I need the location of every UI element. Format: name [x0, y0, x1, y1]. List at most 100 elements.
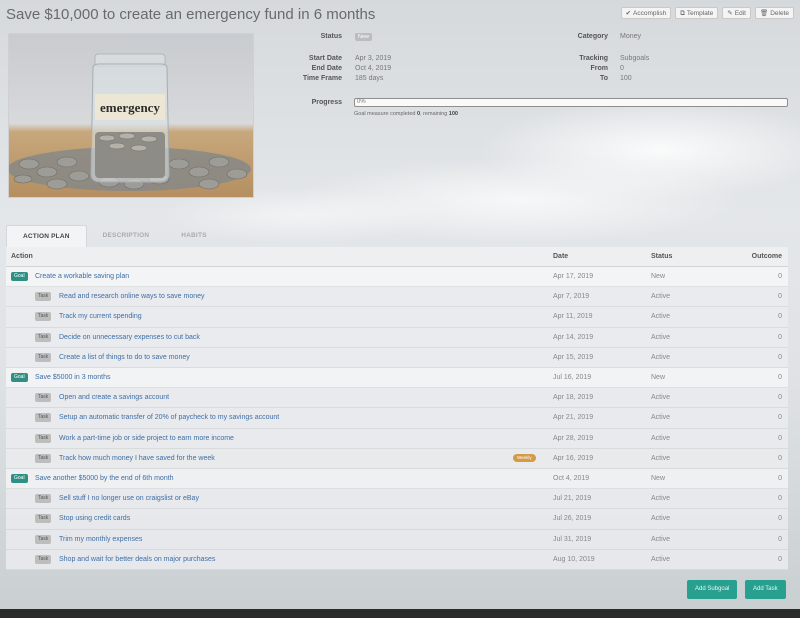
task-row: Task Track how much money I have saved fo…	[6, 448, 788, 469]
row-outcome: 0	[778, 374, 782, 381]
goal-tag: Goal	[11, 272, 28, 281]
row-outcome: 0	[778, 515, 782, 523]
tracking-label: Tracking	[579, 55, 608, 62]
category-label: Category	[577, 33, 608, 40]
row-outcome: 0	[778, 273, 782, 280]
row-status: Active	[651, 333, 671, 341]
task-tag: Task	[35, 413, 52, 423]
progress-bar: 0%	[354, 98, 788, 107]
goal-row: Goal Save another $5000 by the end of 6th…	[6, 469, 788, 490]
status-label: Status	[320, 33, 342, 40]
row-date: Jul 16, 2019	[553, 374, 592, 381]
task-row: Task Setup an automatic transfer of 20% o…	[6, 408, 788, 429]
row-status: Active	[651, 394, 671, 402]
tab-bar: ACTION PLAN DESCRIPTION HABITS	[6, 225, 223, 247]
start-date-label: Start Date	[308, 55, 342, 62]
action-link[interactable]: Shop and wait for better deals on major …	[59, 556, 215, 563]
status-badge: New	[355, 33, 373, 41]
row-status: Active	[651, 434, 671, 442]
row-outcome: 0	[778, 555, 782, 563]
task-tag: Task	[35, 534, 52, 544]
tab-action-plan[interactable]: ACTION PLAN	[6, 225, 87, 247]
action-link[interactable]: Save another $5000 by the end of 6th mon…	[35, 475, 174, 482]
action-link[interactable]: Stop using credit cards	[59, 515, 130, 522]
to-label: To	[599, 75, 608, 82]
task-row: Task Work a part-time job or side project…	[6, 428, 788, 449]
row-status: New	[651, 273, 666, 280]
tracking-value: Subgoals	[620, 55, 650, 62]
row-status: Active	[651, 313, 671, 321]
action-link[interactable]: Setup an automatic transfer of 20% of pa…	[59, 414, 279, 421]
template-button[interactable]: ⧉ Template	[675, 7, 719, 19]
col-date: Date	[553, 253, 569, 260]
row-outcome: 0	[778, 414, 782, 422]
task-tag: Task	[35, 433, 52, 443]
row-status: Active	[651, 515, 671, 523]
row-date: Apr 16, 2019	[553, 454, 594, 462]
action-link[interactable]: Track how much money I have saved for th…	[59, 455, 215, 462]
task-row: Task Stop using credit cards Jul 26, 2019 A…	[6, 509, 788, 530]
row-date: Apr 7, 2019	[553, 293, 590, 301]
row-outcome: 0	[778, 495, 782, 503]
action-link[interactable]: Create a list of things to do to save mo…	[59, 354, 190, 361]
progress-note: Goal measure completed 0, remaining 100	[354, 111, 458, 117]
task-row: Task Decide on unnecessary expenses to cu…	[6, 327, 788, 348]
add-task-button[interactable]: Add Task	[745, 580, 786, 599]
action-link[interactable]: Save $5000 in 3 months	[35, 374, 111, 381]
task-tag: Task	[35, 494, 52, 504]
task-row: Task Trim my monthly expenses Jul 31, 2019…	[6, 529, 788, 550]
to-value: 100	[620, 75, 632, 82]
action-link[interactable]: Work a part-time job or side project to …	[59, 435, 234, 442]
accomplish-button[interactable]: ✔ Accomplish	[620, 7, 672, 19]
goal-tag: Goal	[11, 373, 28, 382]
delete-button[interactable]: 🗑 Delete	[754, 7, 794, 19]
row-outcome: 0	[778, 293, 782, 301]
add-subgoal-button[interactable]: Add Subgoal	[687, 580, 738, 599]
table-header: Action Date Status Outcome	[6, 247, 788, 267]
progress-note-mid: , remaining	[420, 111, 448, 117]
copy-icon: ⧉	[680, 10, 685, 17]
action-link[interactable]: Open and create a savings account	[59, 394, 169, 401]
row-date: Apr 15, 2019	[553, 353, 594, 361]
tab-habits[interactable]: HABITS	[165, 225, 222, 247]
row-outcome: 0	[778, 353, 782, 361]
row-status: New	[651, 475, 666, 482]
action-link[interactable]: Read and research online ways to save mo…	[59, 293, 205, 300]
task-tag: Task	[35, 554, 52, 564]
task-row: Task Sell stuff I no longer use on craigs…	[6, 489, 788, 510]
row-status: Active	[651, 293, 671, 301]
row-date: Oct 4, 2019	[553, 475, 590, 482]
time-frame-value: 185 days	[355, 75, 384, 82]
time-frame-label: Time Frame	[302, 75, 342, 82]
progress-note-prefix: Goal measure completed	[354, 111, 416, 117]
template-label: Template	[686, 10, 714, 17]
col-outcome: Outcome	[751, 253, 782, 260]
row-date: Apr 18, 2019	[553, 394, 594, 402]
action-link[interactable]: Trim my monthly expenses	[59, 536, 142, 543]
row-date: Apr 14, 2019	[553, 333, 594, 341]
action-plan-table: Action Date Status Outcome Goal Create a …	[6, 247, 788, 570]
row-status: Active	[651, 555, 671, 563]
task-tag: Task	[35, 312, 52, 322]
tab-description[interactable]: DESCRIPTION	[87, 225, 166, 247]
end-date-label: End Date	[311, 65, 342, 72]
action-link[interactable]: Sell stuff I no longer use on craigslist…	[59, 495, 199, 502]
delete-label: Delete	[770, 10, 789, 17]
col-action: Action	[11, 253, 33, 260]
coin-jar-illustration: emergency	[9, 53, 251, 191]
action-link[interactable]: Decide on unnecessary expenses to cut ba…	[59, 334, 200, 341]
row-status: Active	[651, 495, 671, 503]
action-link[interactable]: Create a workable saving plan	[35, 273, 129, 280]
goal-tag: Goal	[11, 474, 28, 483]
page-header: Save $10,000 to create an emergency fund…	[6, 4, 796, 26]
from-label: From	[590, 65, 609, 72]
row-outcome: 0	[778, 475, 782, 482]
row-date: Aug 10, 2019	[553, 555, 595, 563]
edit-label: Edit	[734, 10, 746, 17]
edit-button[interactable]: ✎ Edit	[722, 7, 751, 19]
row-outcome: 0	[778, 454, 782, 462]
row-date: Apr 11, 2019	[553, 313, 593, 321]
task-tag: Task	[35, 352, 52, 362]
end-date-value: Oct 4, 2019	[355, 65, 392, 72]
action-link[interactable]: Track my current spending	[59, 313, 142, 320]
